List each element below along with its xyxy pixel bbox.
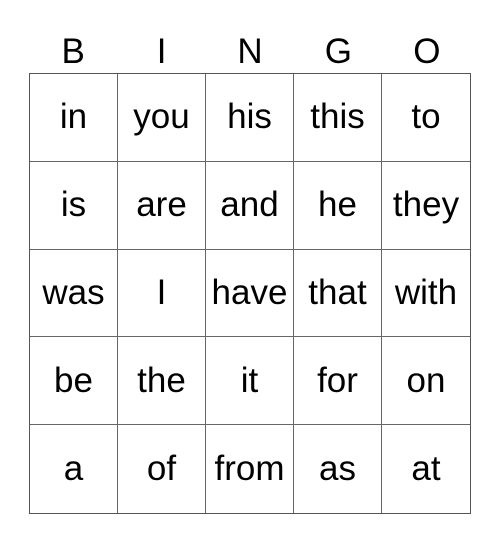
bingo-cell[interactable]: and bbox=[206, 161, 294, 250]
bingo-cell[interactable]: for bbox=[294, 337, 382, 426]
header-letter: I bbox=[156, 32, 167, 71]
bingo-cell[interactable]: was bbox=[30, 249, 118, 338]
bingo-cell[interactable]: he bbox=[294, 161, 382, 250]
bingo-cell[interactable]: in bbox=[30, 74, 118, 162]
bingo-cell[interactable]: to bbox=[382, 74, 470, 162]
bingo-header: B I N G O bbox=[29, 30, 471, 73]
bingo-cell[interactable]: is bbox=[30, 161, 118, 250]
bingo-cell[interactable]: I bbox=[118, 249, 206, 338]
header-letter: G bbox=[324, 32, 353, 71]
bingo-cell[interactable]: on bbox=[382, 337, 470, 426]
bingo-cell[interactable]: be bbox=[30, 337, 118, 426]
bingo-cell[interactable]: you bbox=[118, 74, 206, 162]
bingo-cell[interactable]: it bbox=[206, 337, 294, 426]
bingo-cell[interactable]: his bbox=[206, 74, 294, 162]
bingo-cell[interactable]: a bbox=[30, 425, 118, 513]
bingo-cell[interactable]: have bbox=[206, 249, 294, 338]
bingo-cell[interactable]: as bbox=[294, 425, 382, 513]
bingo-cell[interactable]: are bbox=[118, 161, 206, 250]
bingo-cell[interactable]: from bbox=[206, 425, 294, 513]
bingo-grid: in you his this to is are and he they wa… bbox=[29, 73, 471, 514]
bingo-cell[interactable]: that bbox=[294, 249, 382, 338]
bingo-cell[interactable]: the bbox=[118, 337, 206, 426]
bingo-cell[interactable]: at bbox=[382, 425, 470, 513]
bingo-cell[interactable]: this bbox=[294, 74, 382, 162]
bingo-cell[interactable]: they bbox=[382, 162, 470, 250]
header-letter: B bbox=[61, 32, 85, 71]
header-letter: O bbox=[413, 32, 441, 71]
bingo-cell[interactable]: with bbox=[382, 250, 470, 338]
header-letter: N bbox=[237, 32, 263, 71]
bingo-cell[interactable]: of bbox=[118, 425, 206, 513]
